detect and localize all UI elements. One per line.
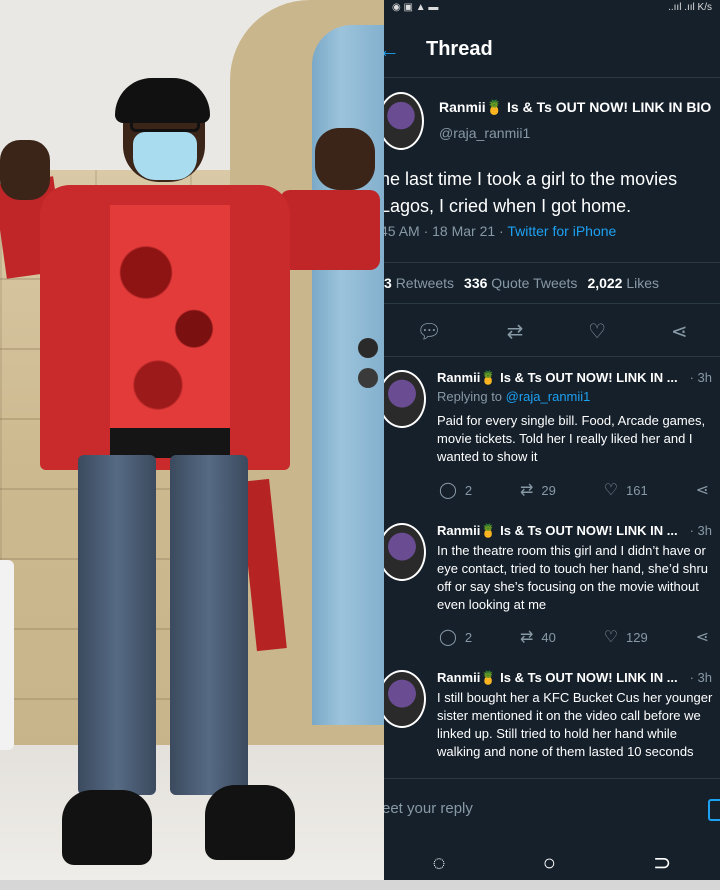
share-icon[interactable]: ⋖ xyxy=(671,319,688,344)
right-jeans-leg xyxy=(170,455,248,795)
replying-label: Replying to xyxy=(437,389,506,404)
reply-time: · 3h xyxy=(689,523,712,538)
reply-actions: ◯ 2 ⇄ 40 ♡ 129 ⋖ xyxy=(439,627,709,647)
heart-icon[interactable]: ♡ xyxy=(588,319,606,344)
like-count: 161 xyxy=(626,482,648,498)
retweet-icon: ⇄ xyxy=(519,629,534,646)
reply-bar xyxy=(384,778,720,837)
reply-icon[interactable]: 💬︎ xyxy=(416,319,441,344)
reply-tweet[interactable]: Ranmii🍍 Is & Ts OUT NOW! LINK IN ... · 3… xyxy=(384,523,720,658)
bottom-strip xyxy=(0,880,720,890)
retweets-count: 3 xyxy=(384,275,392,291)
avatar[interactable] xyxy=(384,92,424,150)
reply-text: Paid for every single bill. Food, Arcade… xyxy=(437,413,706,464)
photo-collage xyxy=(0,0,384,890)
side-panel xyxy=(0,560,14,750)
retweet-count: 40 xyxy=(541,629,556,645)
reply-time: · 3h xyxy=(689,670,712,685)
like-button[interactable]: ♡ 161 xyxy=(604,480,648,500)
reply-tweet[interactable]: Ranmii🍍 Is & Ts OUT NOW! LINK IN ... · 3… xyxy=(384,670,720,775)
image-icon[interactable] xyxy=(708,799,720,821)
left-jeans-leg xyxy=(78,455,156,795)
share-icon: ⋖ xyxy=(695,629,709,646)
retweets-label: Retweets xyxy=(395,275,455,291)
retweets-stat[interactable]: 3 Retweets xyxy=(384,275,454,291)
page-title: Thread xyxy=(426,38,493,60)
home-icon[interactable]: ○ xyxy=(543,850,556,876)
retweet-icon: ⇄ xyxy=(519,482,534,499)
reply-text: In the theatre room this girl and I didn… xyxy=(437,543,709,612)
status-bar: ◉ ▣ ▲ ▬ ..ııl .ııl K/s xyxy=(384,0,720,14)
quote-label: Quote Tweets xyxy=(491,275,578,291)
belt xyxy=(110,428,230,458)
reply-author-name[interactable]: Ranmii🍍 Is & Ts OUT NOW! LINK IN ... xyxy=(437,523,678,539)
retweet-button[interactable]: ⇄ 40 xyxy=(520,627,556,647)
avatar[interactable] xyxy=(384,370,426,428)
reply-author-name[interactable]: Ranmii🍍 Is & Ts OUT NOW! LINK IN ... xyxy=(437,370,678,386)
right-sleeve xyxy=(280,190,380,270)
avatar[interactable] xyxy=(384,670,426,728)
door-knob xyxy=(358,338,378,358)
left-hand xyxy=(0,140,50,200)
reply-text: I still bought her a KFC Bucket Cus her … xyxy=(437,690,713,759)
right-shoe xyxy=(205,785,295,860)
face-mask xyxy=(133,132,197,180)
like-button[interactable]: ♡ 129 xyxy=(604,627,648,647)
reply-count: 2 xyxy=(464,629,473,645)
replying-handle-link[interactable]: @raja_ranmii1 xyxy=(506,389,591,404)
retweet-icon[interactable]: ⇄ xyxy=(507,319,524,344)
retweet-count: 29 xyxy=(541,482,556,498)
share-button[interactable]: ⋖ xyxy=(696,627,709,647)
reply-author-name[interactable]: Ranmii🍍 Is & Ts OUT NOW! LINK IN ... xyxy=(437,670,678,686)
retweet-button[interactable]: ⇄ 29 xyxy=(520,480,556,500)
avatar[interactable] xyxy=(384,523,426,581)
recent-apps-icon[interactable]: ◌ xyxy=(433,850,446,876)
reply-icon: ◯ xyxy=(439,482,457,499)
reply-actions: ◯ 2 ⇄ 29 ♡ 161 ⋖ xyxy=(439,480,709,500)
likes-label: Likes xyxy=(626,275,660,291)
reply-input[interactable] xyxy=(384,798,684,818)
share-button[interactable]: ⋖ xyxy=(696,480,709,500)
tweet-stats: 3 Retweets 336 Quote Tweets 2,022 Likes xyxy=(384,262,720,304)
heart-icon: ♡ xyxy=(603,482,619,499)
quote-tweets-stat[interactable]: 336 Quote Tweets xyxy=(464,275,577,291)
twitter-thread-screen: ◉ ▣ ▲ ▬ ..ııl .ııl K/s ← Thread Ranmii🍍 … xyxy=(384,0,720,890)
tweet-timestamp: 45 AM · 18 Mar 21 · Twitter for iPhone xyxy=(384,223,616,239)
status-icons-left: ◉ ▣ ▲ ▬ xyxy=(392,1,439,13)
reply-button[interactable]: ◯ 2 xyxy=(439,627,472,647)
camo-tee xyxy=(110,205,230,430)
tweet-source-link[interactable]: Twitter for iPhone xyxy=(507,223,616,239)
like-count: 129 xyxy=(626,629,648,645)
reply-tweet[interactable]: Ranmii🍍 Is & Ts OUT NOW! LINK IN ... · 3… xyxy=(384,370,720,510)
reply-icon: ◯ xyxy=(439,629,457,646)
reply-count: 2 xyxy=(464,482,473,498)
right-hand xyxy=(315,128,375,190)
tweet-actions: 💬︎ ⇄ ♡ ⋖ xyxy=(384,306,720,357)
back-icon[interactable]: ⊃ xyxy=(653,850,671,876)
glasses xyxy=(130,114,200,132)
author-handle[interactable]: @raja_ranmii1 xyxy=(439,125,530,141)
heart-icon: ♡ xyxy=(603,629,619,646)
reply-button[interactable]: ◯ 2 xyxy=(439,480,472,500)
share-icon: ⋖ xyxy=(695,482,709,499)
likes-count: 2,022 xyxy=(587,275,623,291)
left-shoe xyxy=(62,790,152,865)
replying-to: Replying to @raja_ranmii1 xyxy=(437,389,590,404)
likes-stat[interactable]: 2,022 Likes xyxy=(587,275,659,291)
top-bar: ← Thread xyxy=(384,22,720,78)
reply-time: · 3h xyxy=(689,370,712,385)
arrow-left-icon[interactable]: ← xyxy=(384,37,426,63)
tweet-text: he last time I took a girl to the movies… xyxy=(384,169,678,216)
author-name[interactable]: Ranmii🍍 Is & Ts OUT NOW! LINK IN BIO xyxy=(439,99,711,116)
network-speed: ..ııl .ııl K/s xyxy=(668,1,712,13)
timestamp-text: 45 AM · 18 Mar 21 · xyxy=(384,223,508,239)
door-lock xyxy=(358,368,378,388)
quote-count: 336 xyxy=(464,275,488,291)
